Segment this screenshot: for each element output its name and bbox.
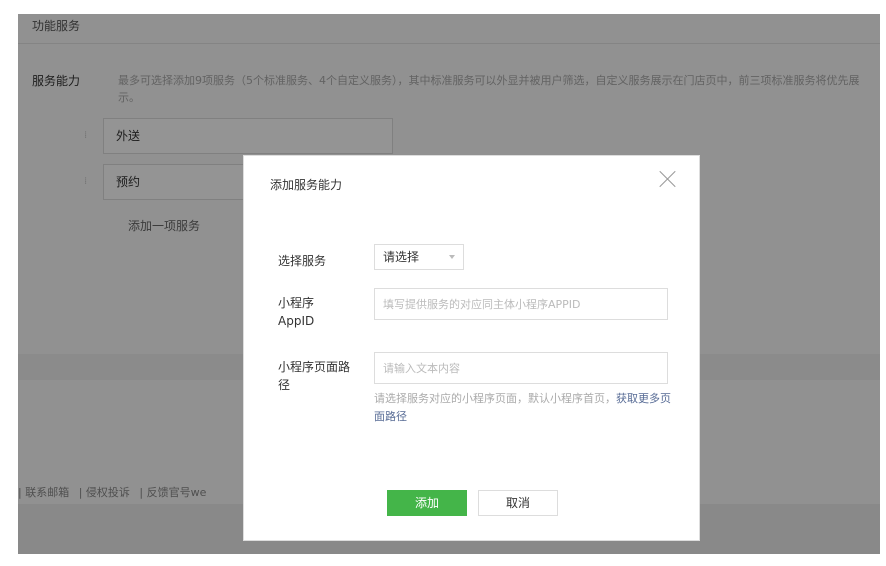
add-button[interactable]: 添加: [387, 490, 467, 516]
close-icon[interactable]: [659, 170, 677, 188]
service-select-value: 请选择: [383, 250, 420, 264]
page-path-label: 小程序页面路径: [278, 360, 351, 392]
page-path-input[interactable]: [374, 352, 668, 384]
appid-input[interactable]: [374, 288, 668, 320]
chevron-down-icon: [449, 255, 455, 259]
add-service-dialog: 添加服务能力 选择服务 请选择 小程序AppID 小程序页面路径 请选择服务对应…: [243, 155, 700, 541]
page-path-hint: 请选择服务对应的小程序页面，默认小程序首页，获取更多页面路径: [374, 390, 672, 426]
appid-label: 小程序AppID: [278, 296, 315, 328]
service-select[interactable]: 请选择: [374, 244, 464, 270]
cancel-button[interactable]: 取消: [478, 490, 558, 516]
page-path-hint-text: 请选择服务对应的小程序页面，默认小程序首页，: [374, 392, 616, 405]
dialog-title: 添加服务能力: [270, 178, 343, 192]
select-service-label: 选择服务: [278, 254, 327, 268]
